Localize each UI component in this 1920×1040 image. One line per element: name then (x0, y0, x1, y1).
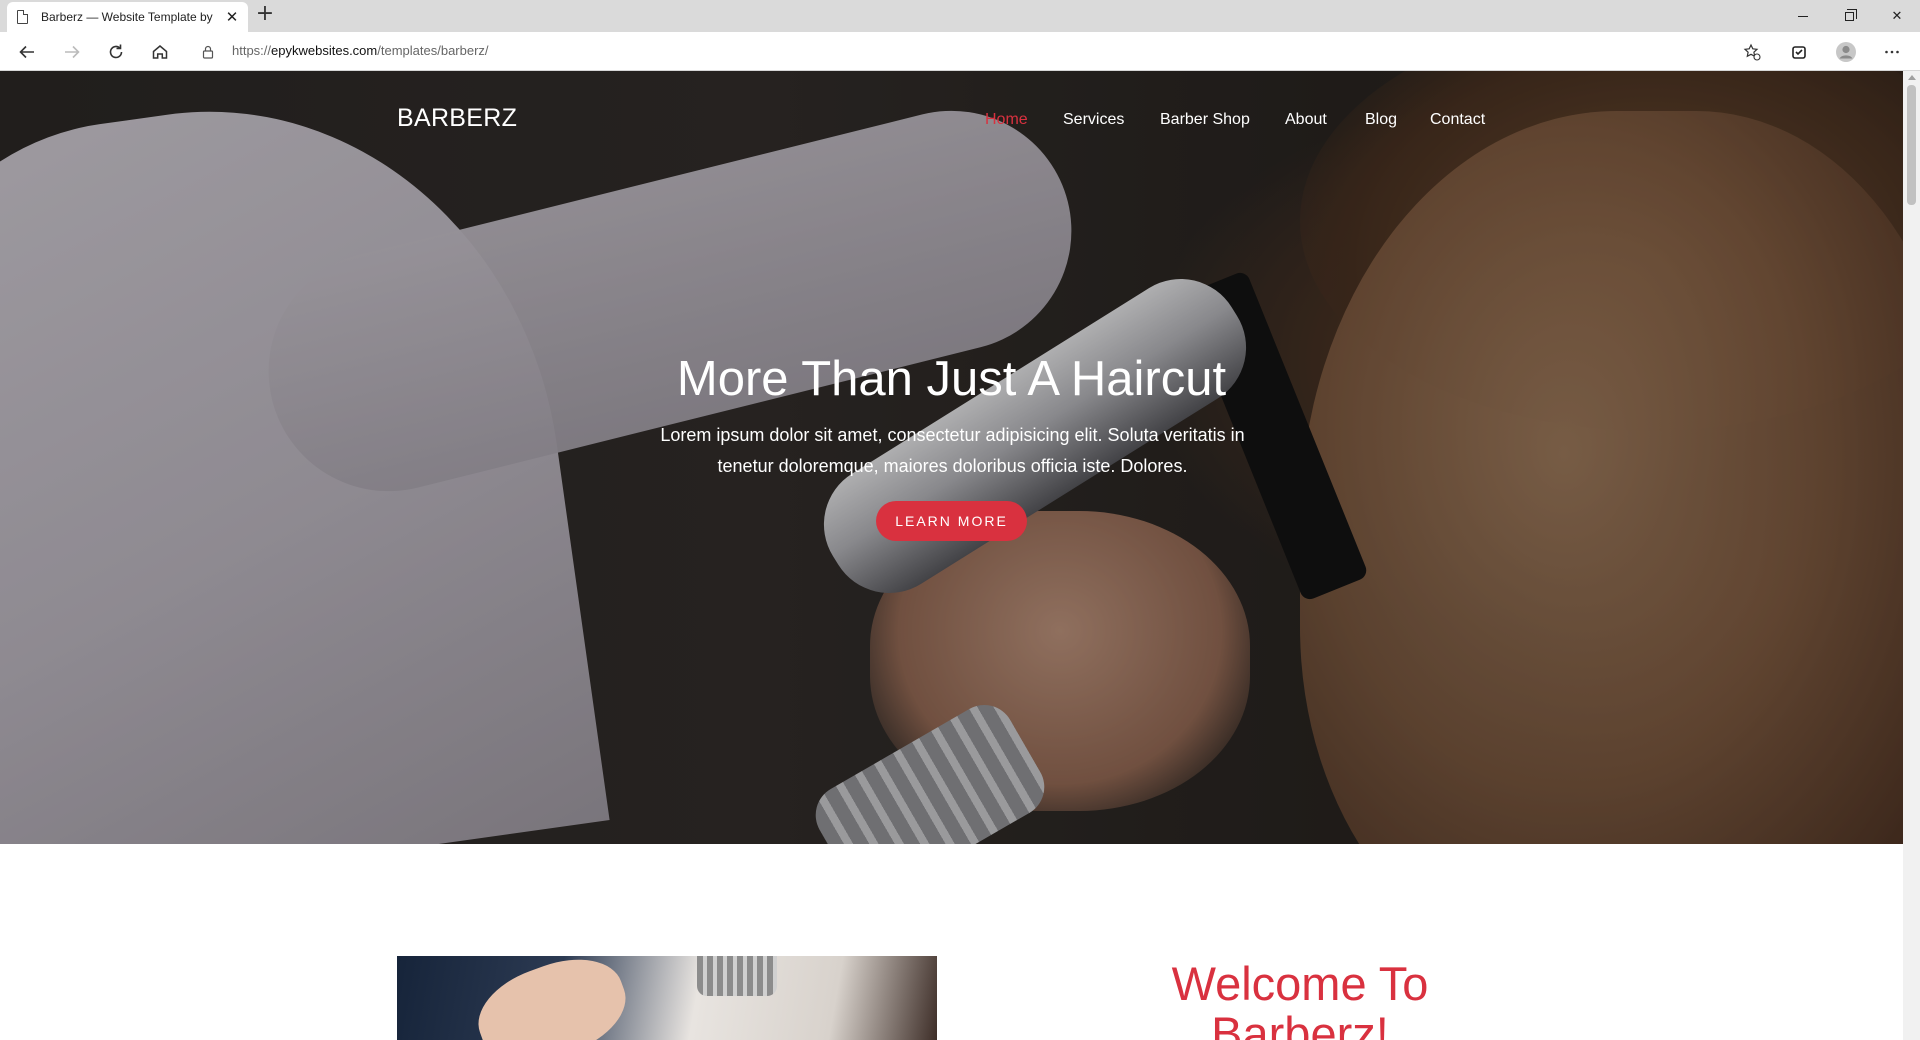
forward-arrow-icon (65, 45, 80, 59)
hero-title: More Than Just A Haircut (676, 352, 1227, 406)
back-button[interactable] (13, 38, 41, 66)
about-image-watch (697, 956, 777, 996)
nav-barber-shop[interactable]: Barber Shop (1160, 111, 1250, 129)
nav-services[interactable]: Services (1063, 111, 1124, 129)
hero-subtitle: Lorem ipsum dolor sit amet, consectetur … (660, 425, 1245, 476)
close-window-button[interactable]: ✕ (1874, 0, 1920, 32)
hero-section: BARBERZ Home Services Barber Shop About … (0, 71, 1903, 844)
home-button[interactable] (146, 38, 174, 66)
url-path: /templates/barberz/ (377, 43, 489, 58)
nav-about[interactable]: About (1285, 111, 1327, 129)
scroll-up-arrow-icon[interactable] (1908, 75, 1916, 80)
close-tab-icon[interactable]: ✕ (224, 8, 240, 26)
reload-button[interactable] (102, 38, 130, 66)
forward-button[interactable] (58, 38, 86, 66)
address-bar[interactable]: https://epykwebsites.com/templates/barbe… (188, 36, 1768, 67)
restore-icon (1844, 8, 1857, 21)
site-logo[interactable]: BARBERZ (397, 104, 517, 133)
nav-blog[interactable]: Blog (1365, 111, 1397, 129)
page-icon (17, 10, 28, 24)
page-viewport: BARBERZ Home Services Barber Shop About … (0, 71, 1903, 1040)
learn-more-button[interactable]: LEARN MORE (876, 501, 1027, 541)
minimize-icon (1798, 15, 1808, 17)
url-host: epykwebsites.com (271, 43, 378, 58)
back-arrow-icon (19, 45, 34, 59)
more-dots-icon (1885, 50, 1899, 54)
browser-tab[interactable]: Barberz — Website Template by ✕ (7, 2, 248, 32)
tab-title: Barberz — Website Template by (41, 10, 213, 24)
about-image (397, 956, 937, 1040)
url-text: https://epykwebsites.com/templates/barbe… (232, 43, 489, 58)
reload-icon (109, 44, 123, 59)
collections-button[interactable] (1785, 38, 1813, 66)
collections-icon (1792, 46, 1806, 59)
about-image-hand (466, 956, 638, 1040)
lock-icon (202, 45, 214, 59)
minimize-button[interactable] (1780, 0, 1826, 32)
settings-more-button[interactable] (1878, 38, 1906, 66)
avatar-icon (1836, 42, 1856, 62)
browser-toolbar: https://epykwebsites.com/templates/barbe… (0, 32, 1920, 71)
nav-home[interactable]: Home (985, 111, 1028, 129)
page-scrollbar[interactable] (1903, 71, 1920, 1040)
url-scheme: https:// (232, 43, 272, 58)
scroll-thumb[interactable] (1907, 85, 1916, 205)
profile-button[interactable] (1832, 38, 1860, 66)
restore-button[interactable] (1826, 0, 1872, 32)
star-add-icon (1743, 43, 1761, 61)
welcome-heading: Welcome To Barberz! (1171, 957, 1429, 1040)
favorites-button[interactable] (1738, 38, 1766, 66)
home-icon (152, 45, 168, 59)
nav-contact[interactable]: Contact (1430, 111, 1485, 129)
tab-strip: Barberz — Website Template by ✕ + ✕ (0, 0, 1920, 32)
new-tab-button[interactable]: + (254, 3, 276, 26)
